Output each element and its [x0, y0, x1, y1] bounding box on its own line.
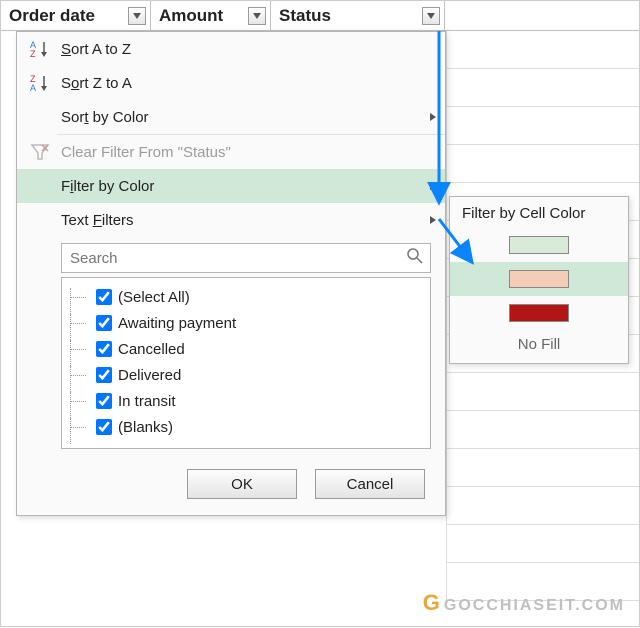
filter-dropdown-icon[interactable]: [128, 7, 146, 25]
menu-sort-za[interactable]: Z A Sort Z to A: [17, 66, 445, 100]
column-header-label: Amount: [159, 6, 223, 26]
filter-dropdown-icon[interactable]: [248, 7, 266, 25]
filter-value-checklist: (Select All) Awaiting payment Cancelled …: [61, 277, 431, 449]
column-header-empty: [445, 1, 639, 30]
menu-label: Sort Z to A: [61, 75, 132, 92]
checkbox[interactable]: [96, 289, 112, 305]
menu-filter-by-color[interactable]: Filter by Color: [17, 169, 445, 203]
filter-by-color-flyout: Filter by Cell Color No Fill: [449, 196, 629, 364]
cancel-button[interactable]: Cancel: [315, 469, 425, 499]
svg-text:A: A: [30, 83, 36, 93]
color-swatch: [509, 304, 569, 322]
checkbox[interactable]: [96, 315, 112, 331]
no-fill-option[interactable]: No Fill: [450, 330, 628, 357]
checklist-label: Cancelled: [118, 341, 185, 358]
checklist-label: Awaiting payment: [118, 315, 236, 332]
checklist-item[interactable]: Awaiting payment: [70, 310, 422, 336]
checkbox[interactable]: [96, 419, 112, 435]
checklist-label: (Select All): [118, 289, 190, 306]
menu-label: Sort by Color: [61, 109, 149, 126]
clear-filter-icon: [27, 139, 53, 165]
column-header-label: Status: [279, 6, 331, 26]
flyout-title: Filter by Cell Color: [450, 197, 628, 228]
button-label: OK: [231, 476, 253, 493]
checkbox[interactable]: [96, 341, 112, 357]
menu-label: Sort A to Z: [61, 41, 131, 58]
chevron-right-icon: [429, 109, 437, 126]
menu-sort-by-color[interactable]: Sort by Color: [17, 100, 445, 134]
checklist-item[interactable]: (Blanks): [70, 414, 422, 440]
watermark-text: GOCCHIASEIT.COM: [444, 597, 625, 614]
chevron-right-icon: [429, 212, 437, 229]
ok-button[interactable]: OK: [187, 469, 297, 499]
button-label: Cancel: [347, 476, 394, 493]
checklist-label: In transit: [118, 393, 176, 410]
color-swatch-option[interactable]: [450, 262, 628, 296]
svg-text:Z: Z: [30, 49, 36, 59]
chevron-right-icon: [429, 178, 437, 195]
search-icon: [406, 247, 424, 269]
watermark: GGOCCHIASEIT.COM: [423, 590, 625, 616]
search-input-wrap[interactable]: [61, 243, 431, 273]
checklist-item[interactable]: (Select All): [70, 284, 422, 310]
checklist-item[interactable]: Delivered: [70, 362, 422, 388]
checklist-item[interactable]: Cancelled: [70, 336, 422, 362]
menu-text-filters[interactable]: Text Filters: [17, 203, 445, 237]
column-header-amount[interactable]: Amount: [151, 1, 271, 30]
filter-dropdown-panel: A Z Sort A to Z Z A Sort Z to A Sort b: [16, 31, 446, 516]
filter-dropdown-icon[interactable]: [422, 7, 440, 25]
checkbox[interactable]: [96, 393, 112, 409]
checklist-label: (Blanks): [118, 419, 173, 436]
color-swatch-option[interactable]: [450, 296, 628, 330]
no-fill-label: No Fill: [518, 336, 561, 353]
menu-sort-az[interactable]: A Z Sort A to Z: [17, 32, 445, 66]
checkbox[interactable]: [96, 367, 112, 383]
column-header-label: Order date: [9, 6, 95, 26]
menu-label: Filter by Color: [61, 178, 154, 195]
search-input[interactable]: [68, 249, 406, 268]
color-swatch-option[interactable]: [450, 228, 628, 262]
color-swatch: [509, 270, 569, 288]
menu-label: Text Filters: [61, 212, 134, 229]
column-header-status[interactable]: Status: [271, 1, 445, 30]
sort-az-icon: A Z: [27, 36, 53, 62]
color-swatch: [509, 236, 569, 254]
column-header-row: Order date Amount Status: [1, 1, 639, 31]
column-header-order-date[interactable]: Order date: [1, 1, 151, 30]
menu-clear-filter: Clear Filter From "Status": [17, 135, 445, 169]
menu-label: Clear Filter From "Status": [61, 144, 231, 161]
sort-za-icon: Z A: [27, 70, 53, 96]
checklist-item[interactable]: In transit: [70, 388, 422, 414]
dialog-button-row: OK Cancel: [17, 459, 445, 515]
checklist-label: Delivered: [118, 367, 181, 384]
